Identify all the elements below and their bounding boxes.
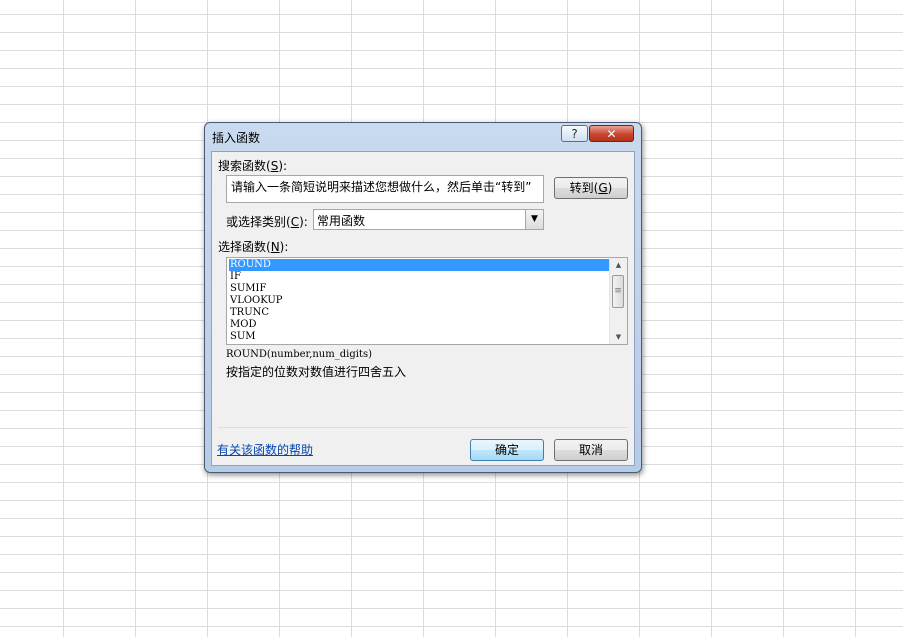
search-function-label: 搜索函数(S): (218, 159, 288, 173)
dialog-title: 插入函数 (212, 131, 261, 145)
scroll-thumb[interactable]: ≡ (612, 275, 624, 308)
function-help-link[interactable]: 有关该函数的帮助 (217, 441, 313, 458)
list-item[interactable]: SUMIF (229, 283, 609, 295)
function-list[interactable]: ROUND IF SUMIF VLOOKUP TRUNC MOD SUM ▲ ≡… (226, 257, 628, 345)
scroll-down-icon[interactable]: ▼ (610, 330, 627, 344)
list-scrollbar[interactable]: ▲ ≡ ▼ (609, 258, 627, 344)
dialog-titlebar[interactable]: 插入函数 ? ✕ (205, 123, 641, 151)
list-item[interactable]: IF (229, 271, 609, 283)
category-select[interactable]: 常用函数 ▼ (313, 209, 544, 230)
list-item[interactable]: SUM (229, 331, 609, 343)
close-button[interactable]: ✕ (589, 125, 634, 142)
search-function-input[interactable]: 请输入一条简短说明来描述您想做什么，然后单击“转到” (226, 175, 544, 203)
function-syntax: ROUND(number,num_digits) (226, 349, 372, 360)
insert-function-dialog: 插入函数 ? ✕ 搜索函数(S): 请输入一条简短说明来描述您想做什么，然后单击… (204, 122, 642, 473)
list-item[interactable]: VLOOKUP (229, 295, 609, 307)
category-label: 或选择类别(C): (226, 215, 308, 229)
scroll-up-icon[interactable]: ▲ (610, 258, 627, 272)
goto-button[interactable]: 转到(G) (554, 177, 628, 199)
cancel-button[interactable]: 取消 (554, 439, 628, 461)
dialog-body: 搜索函数(S): 请输入一条简短说明来描述您想做什么，然后单击“转到” 转到(G… (211, 151, 635, 466)
help-button[interactable]: ? (561, 125, 588, 142)
list-item[interactable]: MOD (229, 319, 609, 331)
function-description: 按指定的位数对数值进行四舍五入 (226, 365, 407, 379)
divider (218, 427, 628, 428)
ok-button[interactable]: 确定 (470, 439, 544, 461)
select-function-label: 选择函数(N): (218, 240, 289, 254)
dropdown-arrow-icon[interactable]: ▼ (525, 210, 543, 229)
category-selected-value: 常用函数 (317, 214, 366, 228)
list-item[interactable]: ROUND (229, 259, 609, 271)
list-item[interactable]: TRUNC (229, 307, 609, 319)
